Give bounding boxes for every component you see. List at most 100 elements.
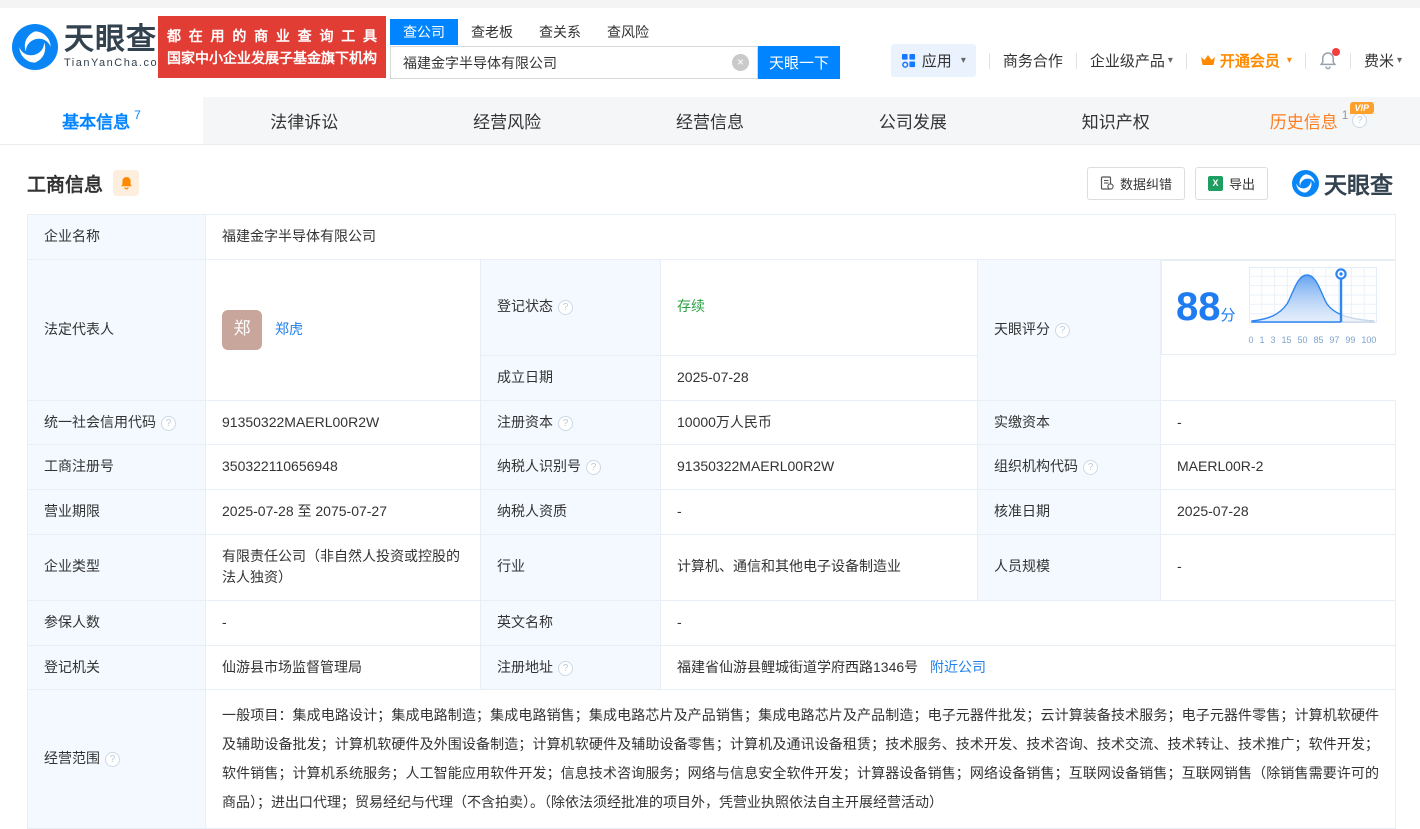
data-correction-button[interactable]: 数据纠错	[1087, 167, 1185, 200]
taxpayer-id-label-text: 纳税人识别号	[497, 458, 581, 474]
main-content: 工商信息 数据纠错 X 导出	[0, 166, 1420, 829]
tab-operating-info[interactable]: 经营信息	[609, 97, 812, 144]
nav-open-vip[interactable]: 开通会员 ▾	[1200, 50, 1292, 71]
approval-date-label: 核准日期	[978, 489, 1161, 534]
site-header: 天眼查 TianYanCha.com 都在用的商业查询工具 国家中小企业发展子基…	[0, 8, 1420, 97]
search-tab-risk[interactable]: 查风险	[594, 19, 662, 45]
company-type-value: 有限责任公司（非自然人投资或控股的法人独资）	[206, 534, 481, 600]
logo-domain-text: TianYanCha.com	[64, 57, 169, 69]
search-tab-boss[interactable]: 查老板	[458, 19, 526, 45]
clear-icon[interactable]: ×	[732, 54, 749, 71]
notification-dot	[1332, 48, 1340, 56]
site-logo[interactable]: 天眼查 TianYanCha.com	[12, 24, 169, 70]
page-tabbar: 基本信息 7 法律诉讼 经营风险 经营信息 公司发展 知识产权 VIP 历史信息…	[0, 97, 1420, 145]
tab-count: 1	[1342, 108, 1349, 122]
tab-label: 经营信息	[676, 108, 744, 133]
enterprise-products-label: 企业级产品	[1090, 50, 1165, 71]
uscc-label: 统一社会信用代码?	[28, 400, 206, 445]
nav-enterprise-products[interactable]: 企业级产品 ▾	[1090, 50, 1173, 71]
reg-authority-label: 登记机关	[28, 645, 206, 690]
search-box: ×	[390, 46, 758, 79]
uscc-label-text: 统一社会信用代码	[44, 414, 156, 430]
user-menu[interactable]: 费米 ▾	[1364, 50, 1402, 71]
search-area: 查公司 查老板 查关系 查风险 × 天眼一下	[390, 19, 840, 79]
logo-brand-text: 天眼查	[64, 25, 169, 55]
help-icon[interactable]: ?	[558, 661, 573, 676]
tab-basic-info[interactable]: 基本信息 7	[0, 97, 203, 144]
header-right-nav: 应用 ▾ 商务合作 企业级产品 ▾ 开通会员 ▾ 费米	[891, 44, 1402, 77]
search-input[interactable]	[403, 55, 732, 71]
search-tab-company[interactable]: 查公司	[390, 19, 458, 45]
data-correction-label: 数据纠错	[1120, 174, 1172, 193]
open-vip-label: 开通会员	[1220, 50, 1280, 71]
english-name-label: 英文名称	[481, 600, 661, 645]
avatar[interactable]: 郑	[222, 310, 262, 350]
org-code-value: MAERL00R-2	[1161, 445, 1396, 490]
reg-capital-label-text: 注册资本	[497, 414, 553, 430]
address-cell: 福建省仙游县鲤城街道学府西路1346号 附近公司	[661, 645, 1396, 690]
tab-operating-risk[interactable]: 经营风险	[406, 97, 609, 144]
table-row: 工商注册号 350322110656948 纳税人识别号? 91350322MA…	[28, 445, 1396, 490]
score-cell: 88分	[1161, 260, 1396, 356]
business-scope-value: 一般项目：集成电路设计；集成电路制造；集成电路销售；集成电路芯片及产品销售；集成…	[206, 690, 1396, 829]
score-chart-axis: 01 315 5085 9799 100	[1248, 334, 1378, 348]
tab-company-development[interactable]: 公司发展	[811, 97, 1014, 144]
company-type-label: 企业类型	[28, 534, 206, 600]
industry-value: 计算机、通信和其他电子设备制造业	[661, 534, 978, 600]
taxpayer-quality-value: -	[661, 489, 978, 534]
nearby-companies-link[interactable]: 附近公司	[930, 659, 986, 675]
export-label: 导出	[1229, 174, 1255, 193]
divider	[1186, 53, 1187, 69]
taxpayer-id-value: 91350322MAERL00R2W	[661, 445, 978, 490]
search-tabs: 查公司 查老板 查关系 查风险	[390, 19, 840, 45]
insured-value: -	[206, 600, 481, 645]
help-icon[interactable]: ?	[1352, 113, 1367, 128]
nav-business-cooperation[interactable]: 商务合作	[1003, 50, 1063, 71]
establish-date-label: 成立日期	[481, 355, 661, 400]
monitor-bell-button[interactable]	[113, 170, 139, 196]
company-name-value: 福建金字半导体有限公司	[206, 215, 1396, 260]
help-icon[interactable]: ?	[161, 416, 176, 431]
business-scope-label-text: 经营范围	[44, 750, 100, 766]
bell-icon	[120, 176, 133, 190]
uscc-value: 91350322MAERL00R2W	[206, 400, 481, 445]
score-unit: 分	[1221, 307, 1236, 324]
help-icon[interactable]: ?	[1055, 323, 1070, 338]
legal-rep-link[interactable]: 郑虎	[275, 319, 303, 341]
tab-label: 历史信息	[1270, 108, 1338, 133]
help-icon[interactable]: ?	[105, 752, 120, 767]
promo-line1: 都在用的商业查询工具	[167, 25, 377, 47]
reg-number-label: 工商注册号	[28, 445, 206, 490]
company-name-label: 企业名称	[28, 215, 206, 260]
reg-capital-value: 10000万人民币	[661, 400, 978, 445]
export-button[interactable]: X 导出	[1195, 167, 1268, 200]
help-icon[interactable]: ?	[558, 416, 573, 431]
watermark-text: 天眼查	[1324, 166, 1393, 200]
staff-size-value: -	[1161, 534, 1396, 600]
help-icon[interactable]: ?	[586, 460, 601, 475]
tab-legal-proceedings[interactable]: 法律诉讼	[203, 97, 406, 144]
table-row: 经营范围? 一般项目：集成电路设计；集成电路制造；集成电路销售；集成电路芯片及产…	[28, 690, 1396, 829]
notifications-button[interactable]	[1319, 51, 1337, 70]
search-button[interactable]: 天眼一下	[758, 46, 840, 79]
tab-intellectual-property[interactable]: 知识产权	[1014, 97, 1217, 144]
help-icon[interactable]: ?	[1083, 460, 1098, 475]
reg-status-value: 存续	[661, 259, 978, 355]
table-row: 营业期限 2025-07-28 至 2075-07-27 纳税人资质 - 核准日…	[28, 489, 1396, 534]
business-scope-label: 经营范围?	[28, 690, 206, 829]
paid-capital-label: 实缴资本	[978, 400, 1161, 445]
page-top-strip	[0, 0, 1420, 8]
english-name-value: -	[661, 600, 1396, 645]
reg-authority-value: 仙游县市场监督管理局	[206, 645, 481, 690]
legal-rep-label: 法定代表人	[28, 259, 206, 400]
chevron-down-icon: ▾	[1397, 55, 1402, 66]
tab-label: 知识产权	[1082, 108, 1150, 133]
apps-menu-button[interactable]: 应用 ▾	[891, 44, 976, 77]
tab-history-info[interactable]: VIP 历史信息 1 ?	[1217, 97, 1420, 144]
help-icon[interactable]: ?	[558, 300, 573, 315]
taxpayer-id-label: 纳税人识别号?	[481, 445, 661, 490]
promo-banner: 都在用的商业查询工具 国家中小企业发展子基金旗下机构	[158, 16, 386, 78]
reg-status-label: 登记状态?	[481, 259, 661, 355]
establish-date-value: 2025-07-28	[661, 355, 978, 400]
search-tab-relation[interactable]: 查关系	[526, 19, 594, 45]
